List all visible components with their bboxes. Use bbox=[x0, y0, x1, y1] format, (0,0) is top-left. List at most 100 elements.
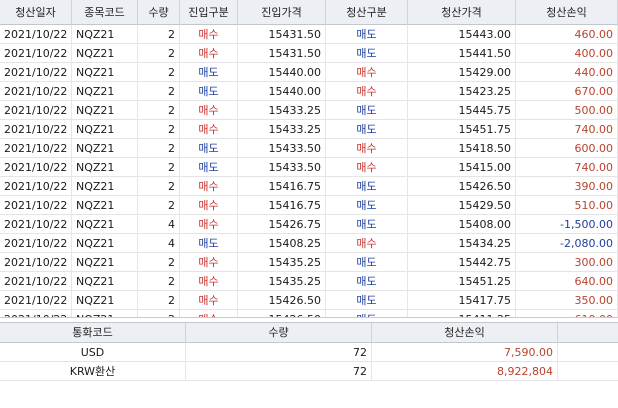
cell-code: NQZ21 bbox=[72, 101, 138, 120]
cell-liquidation-price: 15451.25 bbox=[408, 272, 516, 291]
cell-pnl: 350.00 bbox=[516, 291, 618, 310]
column-header-code[interactable]: 종목코드 bbox=[72, 0, 138, 25]
cell-entry-price: 15426.75 bbox=[238, 215, 326, 234]
table-row[interactable]: 2021/10/22NQZ212매수15426.50매도15411.25610.… bbox=[0, 310, 618, 317]
cell-code: NQZ21 bbox=[72, 44, 138, 63]
table-row[interactable]: 2021/10/22 NQZ21 2 매수 15431.50 매도 15443.00 460.… bbox=[0, 25, 618, 44]
cell-code: NQZ21 bbox=[72, 215, 138, 234]
column-header-liquidation-price[interactable]: 청산가격 bbox=[408, 0, 516, 25]
cell-pnl: 510.00 bbox=[516, 196, 618, 215]
cell-liquidation-type: 매도 bbox=[326, 291, 408, 310]
cell-liquidation-type: 매도 bbox=[326, 120, 408, 139]
table-row[interactable]: 2021/10/22 NQZ21 2 매수 15435.25 매도 15442.75 300.… bbox=[0, 253, 618, 272]
summary-row[interactable]: USD 72 7,590.00 bbox=[0, 343, 618, 362]
cell-liquidation-price: 15418.50 bbox=[408, 139, 516, 158]
cell-qty: 2 bbox=[138, 253, 180, 272]
cell-liquidation-price: 15451.75 bbox=[408, 120, 516, 139]
cell-entry-price: 15433.25 bbox=[238, 101, 326, 120]
cell-pnl: 740.00 bbox=[516, 120, 618, 139]
table-row[interactable]: 2021/10/22 NQZ21 2 매수 15433.25 매도 15445.75 500.… bbox=[0, 101, 618, 120]
cell-liquidation-price: 15408.00 bbox=[408, 215, 516, 234]
cell-date: 2021/10/22 bbox=[0, 196, 72, 215]
table-row[interactable]: 2021/10/22 NQZ21 2 매수 15433.25 매도 15451.75 740.… bbox=[0, 120, 618, 139]
cell-date: 2021/10/22 bbox=[0, 44, 72, 63]
cell-liquidation-price: 15441.50 bbox=[408, 44, 516, 63]
cell-entry-type: 매수 bbox=[180, 177, 238, 196]
table-row[interactable]: 2021/10/22 NQZ21 2 매도 15440.00 매수 15429.00 440.… bbox=[0, 63, 618, 82]
table-row[interactable]: 2021/10/22 NQZ21 4 매도 15408.25 매수 15434.25 -2,0… bbox=[0, 234, 618, 253]
cell-entry-price: 15433.25 bbox=[238, 120, 326, 139]
cell-qty: 2 bbox=[138, 291, 180, 310]
cell-entry-price: 15431.50 bbox=[238, 44, 326, 63]
cell-liquidation-type: 매수 bbox=[326, 234, 408, 253]
cell-entry-type: 매수 bbox=[180, 101, 238, 120]
cell-entry-price: 15408.25 bbox=[238, 234, 326, 253]
cell-date: 2021/10/22 bbox=[0, 63, 72, 82]
cell-entry-type: 매도 bbox=[180, 158, 238, 177]
cell-entry-price: 15426.50 bbox=[238, 310, 326, 317]
cell-liquidation-type: 매수 bbox=[326, 82, 408, 101]
cell-liquidation-price: 15411.25 bbox=[408, 310, 516, 317]
column-header-liquidation-type[interactable]: 청산구분 bbox=[326, 0, 408, 25]
cell-entry-type: 매수 bbox=[180, 291, 238, 310]
cell-pnl: 610.00 bbox=[516, 310, 618, 317]
summary-header-pnl[interactable]: 청산손익 bbox=[372, 323, 558, 343]
cell-liquidation-price: 15415.00 bbox=[408, 158, 516, 177]
cell-date: 2021/10/22 bbox=[0, 82, 72, 101]
cell-date: 2021/10/22 bbox=[0, 291, 72, 310]
cell-pnl: -2,080.00 bbox=[516, 234, 618, 253]
cell-code: NQZ21 bbox=[72, 196, 138, 215]
cell-liquidation-type: 매도 bbox=[326, 196, 408, 215]
cell-pnl: 460.00 bbox=[516, 25, 618, 44]
cell-entry-type: 매도 bbox=[180, 139, 238, 158]
cell-liquidation-type: 매도 bbox=[326, 272, 408, 291]
cell-entry-type: 매도 bbox=[180, 82, 238, 101]
cell-pnl: 440.00 bbox=[516, 63, 618, 82]
summary-header-currency[interactable]: 통화코드 bbox=[0, 323, 186, 343]
cell-liquidation-price: 15445.75 bbox=[408, 101, 516, 120]
column-header-entry-price[interactable]: 진입가격 bbox=[238, 0, 326, 25]
cell-qty: 2 bbox=[138, 63, 180, 82]
cell-entry-type: 매수 bbox=[180, 25, 238, 44]
summary-row[interactable]: KRW환산 72 8,922,804 bbox=[0, 362, 618, 381]
cell-liquidation-type: 매도 bbox=[326, 253, 408, 272]
column-header-date[interactable]: 청산일자 bbox=[0, 0, 72, 25]
cell-qty: 2 bbox=[138, 158, 180, 177]
cell-entry-type: 매수 bbox=[180, 272, 238, 291]
summary-cell-pnl: 8,922,804 bbox=[372, 362, 558, 381]
table-row[interactable]: 2021/10/22 NQZ21 2 매도 15433.50 매수 15418.50 600.… bbox=[0, 139, 618, 158]
cell-entry-price: 15416.75 bbox=[238, 177, 326, 196]
table-row[interactable]: 2021/10/22 NQZ21 2 매수 15431.50 매도 15441.50 400.… bbox=[0, 44, 618, 63]
liquidation-grid-body: 2021/10/22 NQZ21 2 매수 15431.50 매도 15443.00 460.… bbox=[0, 25, 618, 317]
column-header-qty[interactable]: 수량 bbox=[138, 0, 180, 25]
cell-qty: 2 bbox=[138, 44, 180, 63]
cell-entry-type: 매도 bbox=[180, 234, 238, 253]
column-header-pnl[interactable]: 청산손익 bbox=[516, 0, 618, 25]
cell-entry-type: 매수 bbox=[180, 215, 238, 234]
table-row[interactable]: 2021/10/22 NQZ21 2 매도 15433.50 매수 15415.00 740.… bbox=[0, 158, 618, 177]
cell-pnl: 500.00 bbox=[516, 101, 618, 120]
cell-entry-price: 15431.50 bbox=[238, 25, 326, 44]
column-header-entry-type[interactable]: 진입구분 bbox=[180, 0, 238, 25]
cell-liquidation-type: 매도 bbox=[326, 310, 408, 317]
cell-date: 2021/10/22 bbox=[0, 101, 72, 120]
table-row[interactable]: 2021/10/22 NQZ21 2 매수 15416.75 매도 15426.50 390.… bbox=[0, 177, 618, 196]
cell-date: 2021/10/22 bbox=[0, 310, 72, 317]
table-row[interactable]: 2021/10/22 NQZ21 2 매도 15440.00 매수 15423.25 670.… bbox=[0, 82, 618, 101]
summary-header-spacer bbox=[558, 323, 618, 343]
cell-liquidation-type: 매도 bbox=[326, 44, 408, 63]
summary-cell-qty: 72 bbox=[186, 343, 372, 362]
cell-liquidation-type: 매도 bbox=[326, 25, 408, 44]
table-row[interactable]: 2021/10/22 NQZ21 2 매수 15416.75 매도 15429.50 510.… bbox=[0, 196, 618, 215]
table-row[interactable]: 2021/10/22 NQZ21 2 매수 15435.25 매도 15451.25 640.… bbox=[0, 272, 618, 291]
cell-qty: 2 bbox=[138, 82, 180, 101]
cell-code: NQZ21 bbox=[72, 63, 138, 82]
summary-grid-body: USD 72 7,590.00 KRW환산 72 8,922,804 bbox=[0, 343, 618, 381]
table-row[interactable]: 2021/10/22 NQZ21 2 매수 15426.50 매도 15417.75 350.… bbox=[0, 291, 618, 310]
table-row[interactable]: 2021/10/22 NQZ21 4 매수 15426.75 매도 15408.00 -1,5… bbox=[0, 215, 618, 234]
cell-qty: 2 bbox=[138, 272, 180, 291]
summary-header-qty[interactable]: 수량 bbox=[186, 323, 372, 343]
cell-date: 2021/10/22 bbox=[0, 177, 72, 196]
cell-qty: 2 bbox=[138, 101, 180, 120]
cell-pnl: 640.00 bbox=[516, 272, 618, 291]
